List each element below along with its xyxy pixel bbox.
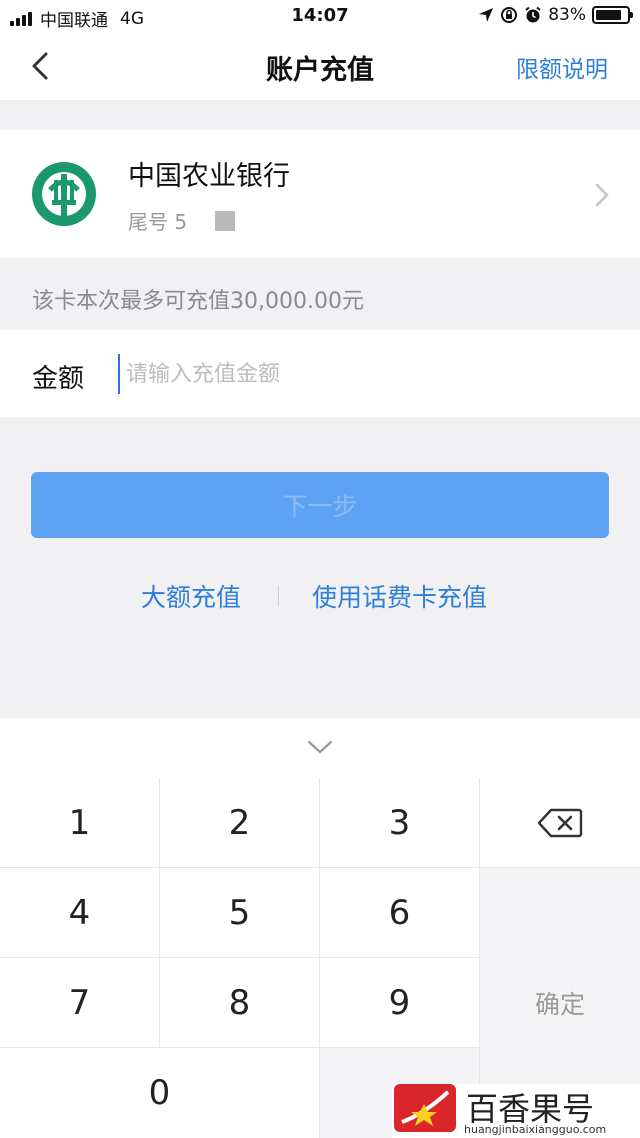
- battery-icon: [592, 6, 633, 24]
- abc-bank-logo-icon: [32, 162, 96, 226]
- backspace-icon: [537, 808, 583, 837]
- watermark: 百香果号 huangjinbaixiangguo.com: [392, 1084, 640, 1138]
- card-tail-number: 尾号 5: [128, 206, 236, 235]
- key-1[interactable]: 1: [0, 778, 159, 867]
- amount-label: 金额: [32, 364, 85, 394]
- bank-card-selector[interactable]: 中国农业银行 尾号 5: [0, 130, 640, 258]
- key-5[interactable]: 5: [160, 868, 319, 957]
- status-bar: 中国联通 4G 14:07 83%: [0, 0, 640, 32]
- location-arrow-icon: [479, 8, 494, 22]
- status-right: 83%: [478, 5, 633, 25]
- large-recharge-link[interactable]: 大额充值: [141, 578, 241, 614]
- key-9[interactable]: 9: [320, 958, 479, 1047]
- key-0[interactable]: 0: [0, 1048, 319, 1138]
- amount-input[interactable]: [118, 354, 598, 394]
- card-tail-label: 尾号 5: [128, 210, 188, 234]
- orientation-lock-icon: [501, 7, 518, 23]
- limit-info-link[interactable]: 限额说明: [516, 50, 608, 84]
- card-limit-text: 该卡本次最多可充值30,000.00元: [32, 289, 364, 314]
- alarm-icon: [525, 6, 541, 23]
- keyboard-header: [0, 718, 640, 778]
- masked-digits: [215, 210, 236, 231]
- amount-row: 金额: [0, 330, 640, 417]
- key-3[interactable]: 3: [320, 778, 479, 867]
- key-7[interactable]: 7: [0, 958, 159, 1047]
- recharge-links: 大额充值 使用话费卡充值: [0, 578, 640, 614]
- bank-name: 中国农业银行: [128, 161, 290, 192]
- link-divider: [278, 586, 279, 606]
- key-4[interactable]: 4: [0, 868, 159, 957]
- key-2[interactable]: 2: [160, 778, 319, 867]
- key-6[interactable]: 6: [320, 868, 479, 957]
- watermark-logo-icon: [394, 1084, 456, 1132]
- battery-fill: [596, 10, 621, 20]
- chevron-down-icon[interactable]: [306, 738, 334, 756]
- chevron-right-icon: [595, 183, 609, 207]
- nav-bar: 账户充值 限额说明: [0, 32, 640, 100]
- delete-key[interactable]: [480, 778, 640, 867]
- phone-card-recharge-link[interactable]: 使用话费卡充值: [312, 578, 487, 614]
- watermark-url: huangjinbaixiangguo.com: [464, 1123, 607, 1136]
- battery-percent: 83%: [548, 5, 586, 25]
- next-step-button[interactable]: 下一步: [31, 472, 609, 538]
- key-8[interactable]: 8: [160, 958, 319, 1047]
